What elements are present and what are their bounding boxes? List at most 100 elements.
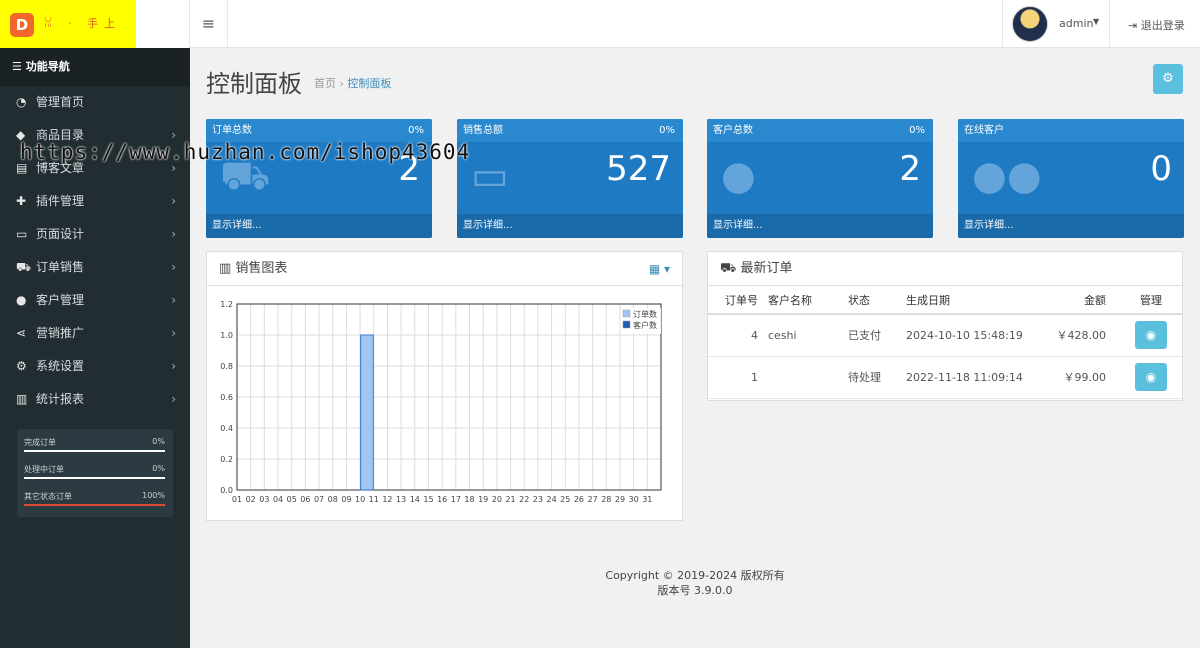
sidebar-item-4[interactable]: ▭ 页面设计 › <box>0 218 190 251</box>
logo-icon: D <box>10 13 34 37</box>
sidebar-item-label: 管理首页 <box>36 95 85 109</box>
chevron-right-icon: › <box>171 227 176 241</box>
eye-icon: ◉ <box>1145 328 1157 343</box>
tag-icon: ◆ <box>16 128 26 142</box>
footer: Copyright © 2019-2024 版权所有 版本号 3.9.0.0 <box>190 568 1200 598</box>
logo-spacer <box>136 0 190 48</box>
breadcrumb: 首页 › 控制面板 <box>314 75 391 91</box>
breadcrumb-current: 控制面板 <box>347 77 392 90</box>
y-tick-label: 0.4 <box>220 424 233 433</box>
hamburger-icon[interactable]: ≡ <box>190 0 228 48</box>
cart-icon: ⛟ <box>16 260 32 274</box>
sidebar-item-2[interactable]: ▤ 博客文章 › <box>0 152 190 185</box>
chevron-right-icon: › <box>171 293 176 307</box>
logo-text: ꈍ · 手上 <box>44 17 122 30</box>
tile-details-link[interactable]: 显示详细... <box>707 214 933 238</box>
y-tick-label: 1.0 <box>220 331 233 340</box>
tile-details-link[interactable]: 显示详细... <box>206 214 432 238</box>
version: 版本号 3.9.0.0 <box>657 584 733 597</box>
x-tick-label: 09 <box>341 495 351 504</box>
breadcrumb-home[interactable]: 首页 <box>314 77 336 90</box>
x-tick-label: 02 <box>246 495 256 504</box>
user-name: admin <box>1059 17 1094 30</box>
y-tick-label: 0.2 <box>220 455 233 464</box>
avatar <box>1012 6 1048 42</box>
y-tick-label: 0.6 <box>220 393 233 402</box>
x-tick-label: 08 <box>328 495 338 504</box>
logout-button[interactable]: ⇥ 退出登录 <box>1128 17 1185 33</box>
tile-details-link[interactable]: 显示详细... <box>958 214 1184 238</box>
cart-icon: ⛟ <box>720 261 741 276</box>
chevron-right-icon: › <box>171 260 176 274</box>
chevron-down-icon: ▼ <box>1093 17 1100 26</box>
y-tick-label: 0.8 <box>220 362 233 371</box>
sidebar-item-label: 页面设计 <box>36 227 85 241</box>
desktop-icon: ▭ <box>16 227 28 241</box>
orders-table: 订单号 客户名称 状态 生成日期 金额 管理 4 ceshi 已支付 2024-… <box>708 286 1182 399</box>
sidebar-item-label: 博客文章 <box>36 161 85 175</box>
panel-header: ⛟ 最新订单 <box>708 252 1182 286</box>
sidebar-item-1[interactable]: ◆ 商品目录 › <box>0 119 190 152</box>
bar-chart-icon: ▥ <box>16 392 28 406</box>
sidebar-item-label: 订单销售 <box>36 260 85 274</box>
view-order-button[interactable]: ◉ <box>1135 363 1167 391</box>
panel-title: 最新订单 <box>740 261 793 276</box>
x-tick-label: 18 <box>464 495 474 504</box>
legend-swatch <box>622 309 631 318</box>
sidebar-nav: ◔ 管理首页 ◆ 商品目录 › ▤ 博客文章 › ✚ 插件管理 › ▭ 页面设计 › ⛟ 订单销售 › ● 客户管理… <box>0 86 190 416</box>
y-tick-label: 1.2 <box>220 300 233 309</box>
sidebar-item-8[interactable]: ⚙ 系统设置 › <box>0 350 190 383</box>
x-tick-label: 28 <box>601 495 611 504</box>
copyright: Copyright © 2019-2024 版权所有 <box>605 569 785 582</box>
x-tick-label: 13 <box>396 495 406 504</box>
sales-chart: 0.0 0.2 0.4 0.6 0.8 1.0 1.2 01 02 03 04 05 06 07 08 09 1… <box>220 300 662 504</box>
credit-card-icon: ▭ <box>471 153 509 199</box>
view-order-button[interactable]: ◉ <box>1135 321 1167 350</box>
newspaper-icon: ▤ <box>16 161 28 175</box>
x-tick-label: 14 <box>410 495 420 504</box>
stat-completed: 完成订单 0% <box>17 429 173 456</box>
list-icon: ☰ <box>12 60 26 73</box>
sidebar-item-3[interactable]: ✚ 插件管理 › <box>0 185 190 218</box>
chevron-right-icon: › <box>171 392 176 406</box>
user-menu[interactable]: admin ▼ <box>1002 0 1110 48</box>
sidebar-item-label: 系统设置 <box>36 359 85 373</box>
calendar-icon[interactable]: ▦ ▾ <box>649 252 670 286</box>
y-tick-label: 0.0 <box>220 486 233 495</box>
x-tick-label: 19 <box>478 495 488 504</box>
x-tick-label: 10 <box>355 495 365 504</box>
x-tick-label: 01 <box>232 495 242 504</box>
tile-online-customers: 在线客户 ●● 0 显示详细... <box>958 119 1184 238</box>
stat-processing: 处理中订单 0% <box>17 456 173 483</box>
chevron-right-icon: › <box>171 194 176 208</box>
sidebar-item-label: 商品目录 <box>36 128 85 142</box>
logo[interactable]: D ꈍ · 手上 <box>0 0 136 48</box>
sidebar-item-9[interactable]: ▥ 统计报表 › <box>0 383 190 416</box>
order-stats-box: 完成订单 0% 处理中订单 0% 其它状态订单 100% <box>17 429 173 517</box>
x-tick-label: 26 <box>574 495 584 504</box>
sign-out-icon: ⇥ <box>1128 19 1138 32</box>
sidebar-item-0[interactable]: ◔ 管理首页 <box>0 86 190 119</box>
x-tick-label: 22 <box>519 495 529 504</box>
legend-label: 客户数 <box>633 320 657 330</box>
sidebar-item-7[interactable]: ⋖ 营销推广 › <box>0 317 190 350</box>
sidebar-item-5[interactable]: ⛟ 订单销售 › <box>0 251 190 284</box>
x-tick-label: 03 <box>259 495 269 504</box>
x-tick-label: 04 <box>273 495 283 504</box>
x-tick-label: 21 <box>505 495 515 504</box>
x-tick-label: 20 <box>492 495 502 504</box>
breadcrumb-separator: › <box>339 77 344 90</box>
table-row: 4 ceshi 已支付 2024-10-10 15:48:19 ￥428.00 … <box>708 314 1182 357</box>
eye-icon: ◉ <box>1145 370 1157 384</box>
top-header: D ꈍ · 手上 ≡ admin ▼ ⇥ 退出登录 <box>0 0 1200 48</box>
puzzle-icon: ✚ <box>16 194 27 208</box>
sidebar-item-label: 客户管理 <box>36 293 85 307</box>
sidebar: ☰ 功能导航 ◔ 管理首页 ◆ 商品目录 › ▤ 博客文章 › ✚ 插件管理 › ▭ 页面设计 › ⛟ 订单销… <box>0 48 190 648</box>
user-icon: ● <box>16 293 27 307</box>
sidebar-item-6[interactable]: ● 客户管理 › <box>0 284 190 317</box>
settings-button[interactable]: ⚙ <box>1153 64 1183 94</box>
chevron-right-icon: › <box>171 326 176 340</box>
tile-details-link[interactable]: 显示详细... <box>457 214 683 238</box>
tile-order-total: 订单总数 0% ⛟ 2 显示详细... <box>206 119 432 238</box>
gear-icon: ⚙ <box>16 359 27 373</box>
